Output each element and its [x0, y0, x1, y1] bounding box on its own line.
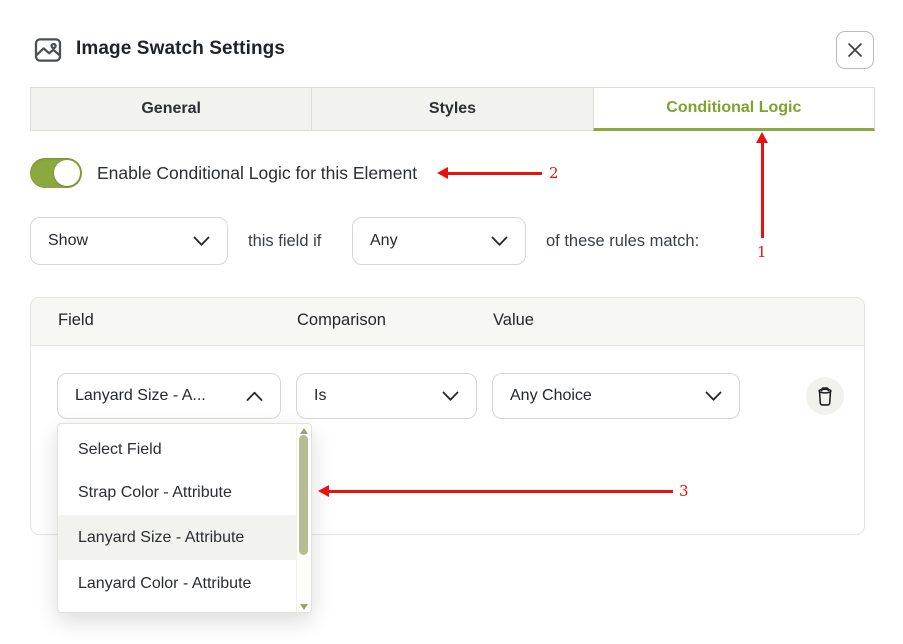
dropdown-option-select-field[interactable]: Select Field — [58, 427, 300, 472]
column-header-field: Field — [58, 311, 94, 330]
chevron-down-icon — [442, 391, 459, 402]
page-title: Image Swatch Settings — [76, 38, 285, 60]
action-select[interactable]: Show — [30, 217, 228, 265]
rule-value-select[interactable]: Any Choice — [492, 373, 740, 419]
image-swatch-settings-dialog: Image Swatch Settings General Styles Con… — [0, 0, 903, 644]
column-header-value: Value — [493, 311, 534, 330]
condition-end-text: of these rules match: — [546, 232, 699, 251]
annotation-label-2: 2 — [549, 164, 559, 182]
dropdown-option-strap-color[interactable]: Strap Color - Attribute — [58, 470, 300, 515]
rule-field-select-value: Lanyard Size - A... — [75, 387, 206, 405]
chevron-up-icon — [246, 391, 263, 402]
rule-comparison-select-value: Is — [314, 387, 326, 405]
scrollbar-thumb[interactable] — [299, 435, 308, 555]
annotation-arrow-2 — [447, 172, 542, 175]
rule-value-select-value: Any Choice — [510, 387, 592, 405]
trash-icon — [815, 386, 835, 407]
field-dropdown-menu: Select Field Strap Color - Attribute Lan… — [57, 423, 312, 613]
annotation-arrow-3 — [328, 490, 673, 493]
match-type-select[interactable]: Any — [352, 217, 526, 265]
dropdown-option-lanyard-size[interactable]: Lanyard Size - Attribute — [58, 515, 300, 560]
chevron-down-icon — [705, 391, 722, 402]
delete-rule-button[interactable] — [806, 377, 844, 415]
enable-conditional-logic-toggle[interactable] — [30, 158, 82, 188]
image-icon — [32, 34, 64, 66]
chevron-down-icon — [193, 236, 210, 247]
close-button[interactable] — [836, 31, 874, 69]
x-icon — [846, 41, 864, 59]
toggle-label: Enable Conditional Logic for this Elemen… — [97, 163, 417, 184]
chevron-down-icon — [491, 236, 508, 247]
tab-general[interactable]: General — [30, 87, 311, 131]
condition-mid-text: this field if — [248, 232, 321, 251]
annotation-label-1: 1 — [757, 243, 767, 261]
dropdown-scrollbar[interactable] — [296, 426, 309, 612]
rule-field-select[interactable]: Lanyard Size - A... — [57, 373, 281, 419]
rule-comparison-select[interactable]: Is — [296, 373, 477, 419]
action-select-value: Show — [48, 232, 88, 250]
settings-tabs: General Styles Conditional Logic — [30, 87, 875, 131]
match-type-select-value: Any — [370, 232, 398, 250]
annotation-label-3: 3 — [679, 482, 689, 500]
rules-table-header: Field Comparison Value — [31, 298, 864, 346]
annotation-arrow-1 — [761, 142, 764, 238]
scroll-up-icon[interactable] — [300, 428, 308, 434]
scroll-down-icon[interactable] — [300, 604, 308, 610]
tab-styles[interactable]: Styles — [311, 87, 592, 131]
toggle-knob — [54, 160, 80, 186]
dropdown-option-lanyard-color[interactable]: Lanyard Color - Attribute — [58, 561, 300, 606]
tab-conditional-logic[interactable]: Conditional Logic — [593, 87, 875, 131]
column-header-comparison: Comparison — [297, 311, 386, 330]
